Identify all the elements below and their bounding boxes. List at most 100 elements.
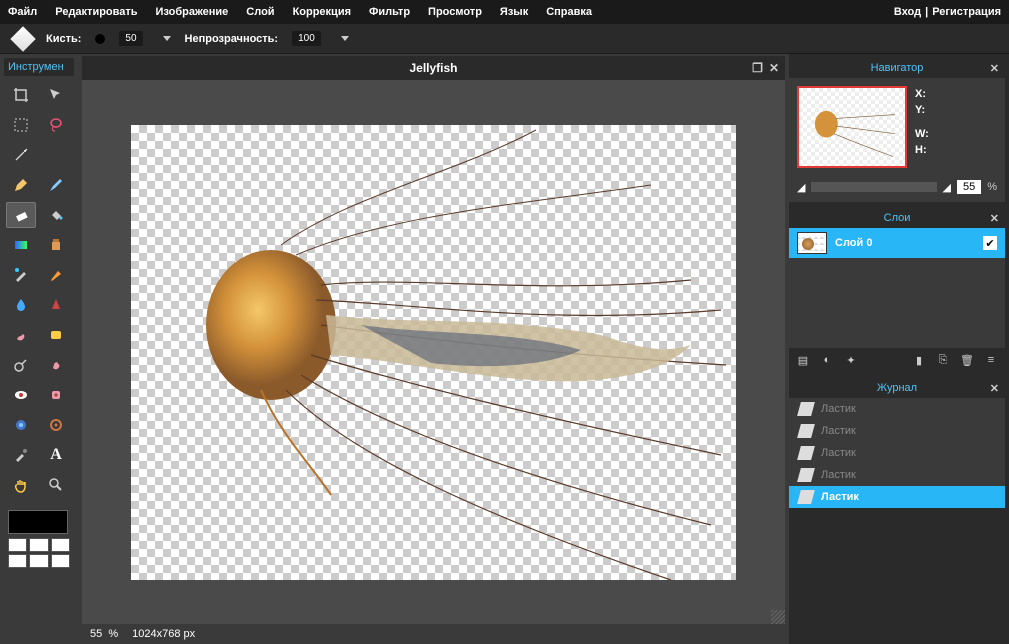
- auth-separator: |: [925, 6, 928, 18]
- zoom-tool[interactable]: [41, 472, 71, 498]
- panels-column: Навигатор ✕ X: Y: W: H: ◢ ◢ 55: [789, 54, 1009, 644]
- layer-name[interactable]: Слой 0: [835, 237, 975, 249]
- opacity-dropdown-icon[interactable]: [341, 36, 349, 41]
- menu-view[interactable]: Просмотр: [428, 6, 482, 18]
- login-link[interactable]: Вход: [894, 6, 921, 18]
- menu-edit[interactable]: Редактировать: [55, 6, 137, 18]
- brush-tool[interactable]: [41, 172, 71, 198]
- zoom-value[interactable]: 55 %: [90, 628, 118, 640]
- layer-settings-icon[interactable]: ▤: [795, 352, 811, 368]
- maximize-icon[interactable]: ❐: [752, 61, 763, 75]
- history-item[interactable]: Ластик: [789, 464, 1005, 486]
- navigator-thumbnail[interactable]: [797, 86, 907, 168]
- brush-preview-icon[interactable]: [95, 34, 105, 44]
- eraser-tool[interactable]: [6, 202, 36, 228]
- eraser-icon: [797, 490, 815, 504]
- foreground-color[interactable]: [8, 510, 68, 534]
- eraser-icon: [797, 468, 815, 482]
- clone-tool[interactable]: [41, 232, 71, 258]
- navigator-close-icon[interactable]: ✕: [990, 62, 999, 75]
- history-panel: Журнал ✕ Ластик Ластик Ластик Ластик Лас…: [789, 378, 1005, 508]
- brush-dropdown-icon[interactable]: [163, 36, 171, 41]
- eraser-icon: [797, 424, 815, 438]
- swatch-1[interactable]: [8, 538, 27, 552]
- opacity-value[interactable]: 100: [292, 31, 321, 46]
- delete-layer-icon[interactable]: 🗑: [959, 352, 975, 368]
- swatch-3[interactable]: [51, 538, 70, 552]
- layer-item[interactable]: Слой 0 ✔: [789, 228, 1005, 258]
- draw-tool[interactable]: [41, 262, 71, 288]
- history-title: Журнал: [877, 382, 917, 394]
- document-title: Jellyfish: [409, 61, 457, 75]
- menu-bar: Файл Редактировать Изображение Слой Корр…: [0, 0, 1009, 24]
- eraser-icon: [797, 402, 815, 416]
- blur-tool[interactable]: [6, 292, 36, 318]
- document-title-bar: Jellyfish ❐ ✕: [82, 56, 785, 80]
- menu-file[interactable]: Файл: [8, 6, 37, 18]
- layer-visibility-checkbox[interactable]: ✔: [983, 236, 997, 250]
- nav-x-label: X:: [915, 86, 929, 102]
- bloat-tool[interactable]: [6, 412, 36, 438]
- marquee-tool[interactable]: [6, 112, 36, 138]
- register-link[interactable]: Регистрация: [932, 6, 1001, 18]
- layer-styles-icon[interactable]: ✦: [843, 352, 859, 368]
- layer-mask-icon[interactable]: ◐: [819, 352, 835, 368]
- pencil-tool[interactable]: [6, 172, 36, 198]
- close-icon[interactable]: ✕: [769, 61, 779, 75]
- nav-zoom-unit: %: [987, 181, 997, 193]
- bucket-tool[interactable]: [41, 202, 71, 228]
- type-tool[interactable]: A: [41, 442, 71, 468]
- smudge-tool[interactable]: [6, 322, 36, 348]
- canvas-viewport[interactable]: [82, 80, 785, 624]
- zoom-in-icon[interactable]: ◢: [943, 181, 951, 194]
- crop-tool[interactable]: [6, 82, 36, 108]
- pinch-tool[interactable]: [41, 412, 71, 438]
- menu-image[interactable]: Изображение: [156, 6, 229, 18]
- dodge-tool[interactable]: [6, 352, 36, 378]
- layer-thumbnail[interactable]: [797, 232, 827, 254]
- zoom-slider[interactable]: [811, 182, 936, 192]
- history-item[interactable]: Ластик: [789, 486, 1005, 508]
- menu-layer[interactable]: Слой: [246, 6, 274, 18]
- menu-language[interactable]: Язык: [500, 6, 528, 18]
- history-item[interactable]: Ластик: [789, 398, 1005, 420]
- zoom-out-icon[interactable]: ◢: [797, 181, 805, 194]
- lasso-tool[interactable]: [41, 112, 71, 138]
- color-swatches: [4, 506, 74, 572]
- menu-filter[interactable]: Фильтр: [369, 6, 410, 18]
- toolbox-title: Инструмен: [4, 58, 74, 76]
- navigator-title: Навигатор: [871, 62, 924, 74]
- sharpen-tool[interactable]: [41, 292, 71, 318]
- eraser-icon: [10, 26, 35, 51]
- layers-close-icon[interactable]: ✕: [990, 212, 999, 225]
- swatch-2[interactable]: [29, 538, 48, 552]
- layers-footer: ▤ ◐ ✦ ▮ ⎘ 🗑 ≡: [789, 348, 1005, 372]
- spot-heal-tool[interactable]: [41, 382, 71, 408]
- canvas[interactable]: [131, 125, 736, 580]
- history-item[interactable]: Ластик: [789, 442, 1005, 464]
- resize-handle-icon[interactable]: [771, 610, 785, 624]
- duplicate-layer-icon[interactable]: ⎘: [935, 352, 951, 368]
- eraser-icon: [797, 446, 815, 460]
- layers-menu-icon[interactable]: ≡: [983, 352, 999, 368]
- swatch-6[interactable]: [51, 554, 70, 568]
- history-close-icon[interactable]: ✕: [990, 382, 999, 395]
- wand-tool[interactable]: [6, 142, 36, 168]
- menu-adjustment[interactable]: Коррекция: [293, 6, 351, 18]
- nav-zoom-value[interactable]: 55: [957, 180, 981, 194]
- history-item[interactable]: Ластик: [789, 420, 1005, 442]
- sponge-tool[interactable]: [41, 322, 71, 348]
- replace-color-tool[interactable]: [6, 262, 36, 288]
- toolbox-panel: Инструмен A: [0, 54, 78, 644]
- swatch-4[interactable]: [8, 554, 27, 568]
- redeye-tool[interactable]: [6, 382, 36, 408]
- menu-help[interactable]: Справка: [546, 6, 592, 18]
- move-tool[interactable]: [41, 82, 71, 108]
- gradient-tool[interactable]: [6, 232, 36, 258]
- hand-tool[interactable]: [6, 472, 36, 498]
- burn-tool[interactable]: [41, 352, 71, 378]
- eyedropper-tool[interactable]: [6, 442, 36, 468]
- new-layer-icon[interactable]: ▮: [911, 352, 927, 368]
- brush-size-value[interactable]: 50: [119, 31, 142, 46]
- swatch-5[interactable]: [29, 554, 48, 568]
